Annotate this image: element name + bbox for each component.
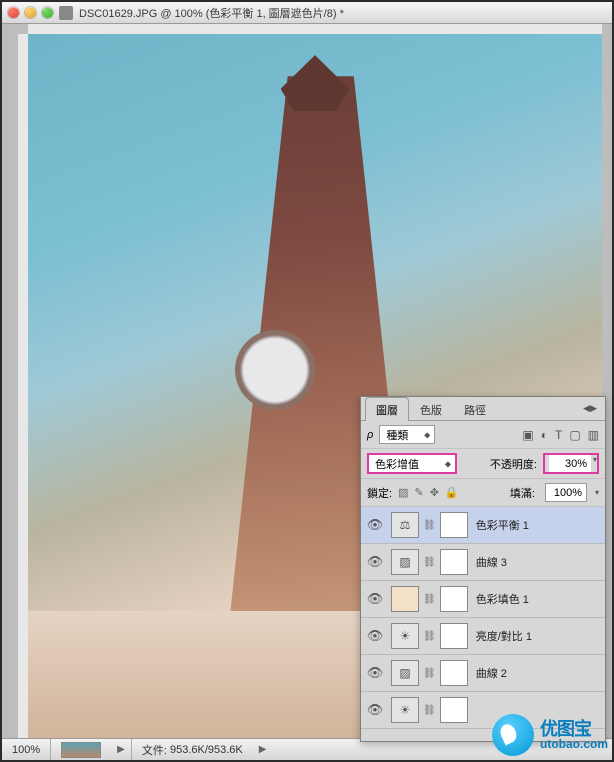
layer-row[interactable]: 👁 ⚖ ⛓ 色彩平衡 1 bbox=[361, 507, 605, 544]
adjustment-thumb[interactable]: ▨ bbox=[391, 549, 419, 575]
adjustment-filter-icon[interactable]: ◐ bbox=[541, 428, 548, 442]
layers-panel: 圖層 色版 路徑 ◀▶ ρ 種類 ◆ ▣ ◐ T ▢ ▥ 色彩增值 ◆ 不透明度… bbox=[360, 396, 606, 742]
chevron-down-icon: ◆ bbox=[424, 430, 430, 439]
adjustment-thumb[interactable]: ☀ bbox=[391, 697, 419, 723]
link-icon[interactable]: ⛓ bbox=[423, 594, 436, 605]
adjustment-thumb[interactable]: ⚖ bbox=[391, 512, 419, 538]
file-size-label: 文件: 953.6K/953.6K bbox=[131, 739, 253, 760]
link-icon[interactable]: ⛓ bbox=[423, 557, 436, 568]
layer-name: 亮度/對比 1 bbox=[476, 628, 532, 644]
fill-input[interactable]: 100% bbox=[545, 483, 587, 502]
lock-pixels-icon[interactable]: ▨ bbox=[398, 486, 408, 499]
minimize-icon[interactable] bbox=[25, 7, 36, 18]
mask-thumb[interactable] bbox=[440, 586, 468, 612]
blend-mode-select[interactable]: 色彩增值 ◆ bbox=[369, 455, 455, 472]
lock-fill-row: 鎖定: ▨ ✎ ✥ 🔒 填滿: 100% ▾ bbox=[361, 479, 605, 507]
layer-name: 色彩填色 1 bbox=[476, 591, 529, 607]
opacity-input[interactable]: 30% bbox=[549, 455, 591, 472]
chevron-down-icon: ◆ bbox=[445, 459, 451, 468]
watermark-line2: utobao.com bbox=[540, 738, 608, 750]
layer-row[interactable]: 👁 ▨ ⛓ 曲線 3 bbox=[361, 544, 605, 581]
link-icon[interactable]: ⛓ bbox=[423, 520, 436, 531]
visibility-icon[interactable]: 👁 bbox=[365, 517, 385, 533]
mask-thumb[interactable] bbox=[440, 623, 468, 649]
link-icon[interactable]: ⛓ bbox=[423, 705, 436, 716]
fill-label: 填滿: bbox=[510, 485, 535, 501]
visibility-icon[interactable]: 👁 bbox=[365, 628, 385, 644]
zoom-field[interactable]: 100% bbox=[2, 739, 51, 760]
lock-all-icon[interactable]: 🔒 bbox=[445, 486, 459, 499]
layer-row[interactable]: 👁 ☀ ⛓ 亮度/對比 1 bbox=[361, 618, 605, 655]
lock-label: 鎖定: bbox=[367, 485, 392, 501]
panel-collapse-icon[interactable]: ◀▶ bbox=[583, 403, 601, 414]
layer-name: 曲線 2 bbox=[476, 665, 507, 681]
opacity-label: 不透明度: bbox=[490, 456, 537, 472]
filter-icons: ▣ ◐ T ▢ ▥ bbox=[522, 428, 599, 442]
visibility-icon[interactable]: 👁 bbox=[365, 591, 385, 607]
mask-thumb[interactable] bbox=[440, 549, 468, 575]
blend-opacity-row: 色彩增值 ◆ 不透明度: 30% ▾ bbox=[361, 449, 605, 479]
traffic-lights bbox=[8, 7, 53, 18]
image-filter-icon[interactable]: ▣ bbox=[522, 428, 533, 442]
clock-face bbox=[235, 330, 315, 410]
blend-mode-highlight: 色彩增值 ◆ bbox=[367, 453, 457, 474]
ruler-vertical bbox=[18, 34, 28, 738]
blend-mode-value: 色彩增值 bbox=[375, 456, 419, 472]
window-title: DSC01629.JPG @ 100% (色彩平衡 1, 圖層遮色片/8) * bbox=[79, 5, 606, 21]
navigator-thumb[interactable] bbox=[61, 742, 101, 758]
filter-glyph: ρ bbox=[367, 429, 373, 441]
layer-row[interactable]: 👁 ⛓ 色彩填色 1 bbox=[361, 581, 605, 618]
ruler-horizontal bbox=[28, 24, 602, 34]
visibility-icon[interactable]: 👁 bbox=[365, 702, 385, 718]
layer-name: 色彩平衡 1 bbox=[476, 517, 529, 533]
chevron-down-icon[interactable]: ▾ bbox=[591, 455, 597, 472]
adjustment-thumb[interactable]: ▨ bbox=[391, 660, 419, 686]
adjustment-thumb[interactable]: ☀ bbox=[391, 623, 419, 649]
mask-thumb[interactable] bbox=[440, 512, 468, 538]
link-icon[interactable]: ⛓ bbox=[423, 631, 436, 642]
filter-row: ρ 種類 ◆ ▣ ◐ T ▢ ▥ bbox=[361, 421, 605, 449]
type-filter-icon[interactable]: T bbox=[555, 428, 562, 442]
site-watermark: 优图宝 utobao.com bbox=[492, 714, 608, 756]
watermark-logo-icon bbox=[492, 714, 534, 756]
layer-name: 曲線 3 bbox=[476, 554, 507, 570]
document-icon bbox=[59, 6, 73, 20]
mask-thumb[interactable] bbox=[440, 660, 468, 686]
lock-position-icon[interactable]: ✥ bbox=[430, 486, 439, 499]
layer-row[interactable]: 👁 ▨ ⛓ 曲線 2 bbox=[361, 655, 605, 692]
layers-list: 👁 ⚖ ⛓ 色彩平衡 1 👁 ▨ ⛓ 曲線 3 👁 ⛓ 色 bbox=[361, 507, 605, 741]
visibility-icon[interactable]: 👁 bbox=[365, 554, 385, 570]
tab-layers[interactable]: 圖層 bbox=[365, 397, 409, 421]
file-label: 文件: bbox=[142, 742, 167, 758]
window-titlebar: DSC01629.JPG @ 100% (色彩平衡 1, 圖層遮色片/8) * bbox=[2, 2, 612, 24]
tab-channels[interactable]: 色版 bbox=[409, 397, 453, 421]
chevron-down-icon[interactable]: ▾ bbox=[593, 488, 599, 497]
watermark-line1: 优图宝 bbox=[540, 720, 608, 738]
opacity-highlight: 30% ▾ bbox=[543, 453, 599, 474]
close-icon[interactable] bbox=[8, 7, 19, 18]
panel-tabs: 圖層 色版 路徑 ◀▶ bbox=[361, 397, 605, 421]
mask-thumb[interactable] bbox=[440, 697, 468, 723]
visibility-icon[interactable]: 👁 bbox=[365, 665, 385, 681]
watermark-text: 优图宝 utobao.com bbox=[540, 720, 608, 750]
chevron-right-icon[interactable]: ▶ bbox=[111, 744, 131, 755]
filter-label: 種類 bbox=[386, 427, 408, 443]
chevron-right-icon[interactable]: ▶ bbox=[253, 744, 273, 755]
zoom-icon[interactable] bbox=[42, 7, 53, 18]
link-icon[interactable]: ⛓ bbox=[423, 668, 436, 679]
color-swatch-thumb[interactable] bbox=[391, 586, 419, 612]
file-size: 953.6K/953.6K bbox=[170, 744, 243, 756]
lock-icons: ▨ ✎ ✥ 🔒 bbox=[398, 486, 459, 499]
filter-type-select[interactable]: 種類 ◆ bbox=[379, 425, 435, 444]
lock-brush-icon[interactable]: ✎ bbox=[414, 486, 423, 499]
smart-filter-icon[interactable]: ▥ bbox=[588, 428, 599, 442]
tab-paths[interactable]: 路徑 bbox=[453, 397, 497, 421]
shape-filter-icon[interactable]: ▢ bbox=[569, 428, 580, 442]
